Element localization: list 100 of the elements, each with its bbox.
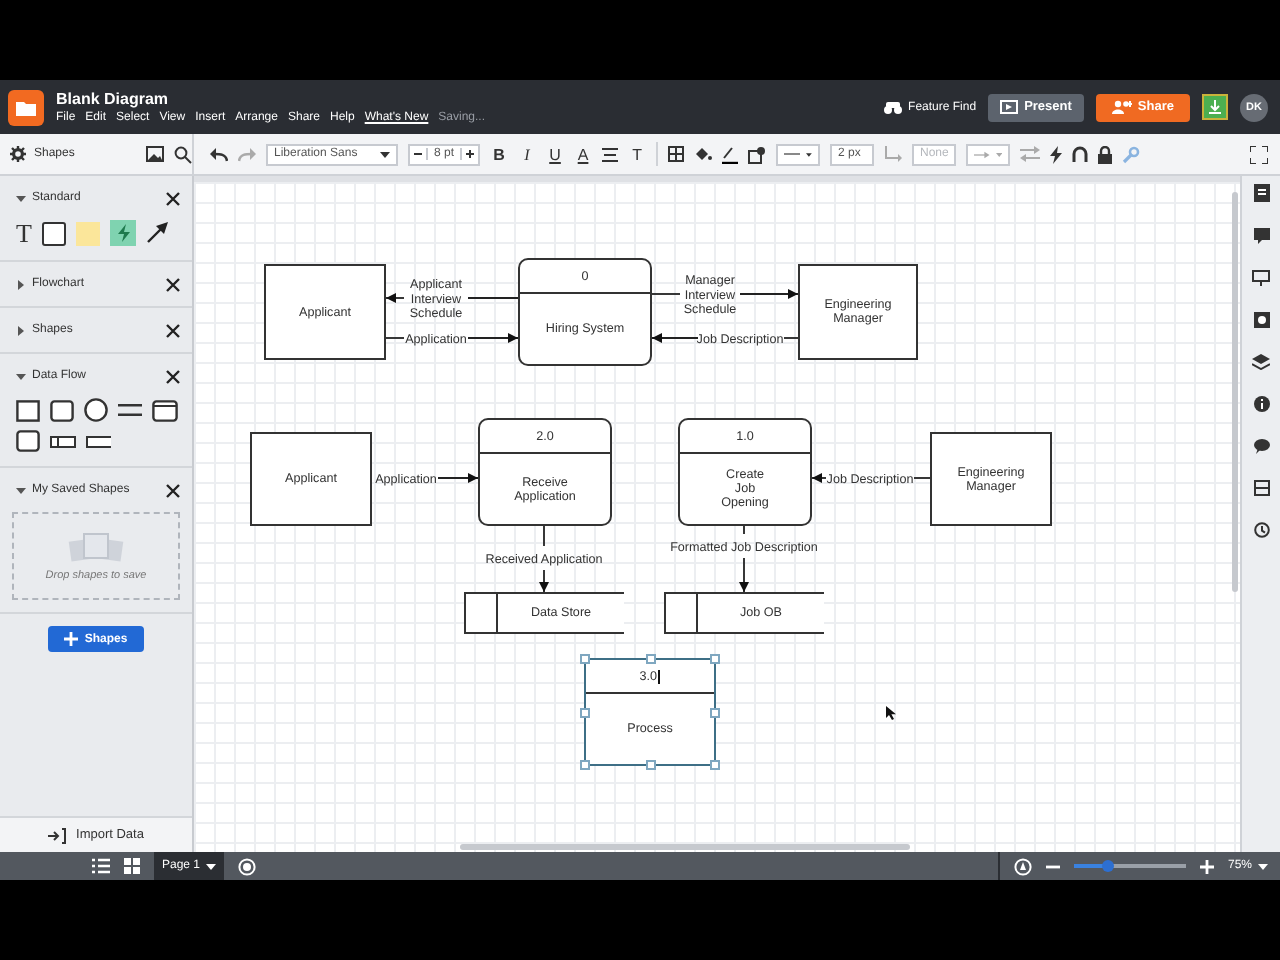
connector-line (543, 525, 545, 547)
arrow-line-icon[interactable] (145, 222, 168, 244)
resize-handle[interactable] (645, 760, 655, 770)
caret-icon[interactable] (16, 193, 26, 203)
style-icon[interactable] (748, 145, 767, 163)
flow-arrow (467, 333, 519, 343)
text-cursor (658, 669, 661, 683)
table-icon[interactable] (668, 146, 685, 162)
minus-icon[interactable] (410, 148, 426, 160)
connector-line (651, 293, 681, 295)
close-icon[interactable] (166, 483, 180, 497)
plus-icon (64, 632, 79, 646)
caret-icon[interactable] (16, 279, 26, 289)
add-people-icon (1111, 100, 1132, 114)
lightning-shape-icon[interactable] (109, 220, 136, 246)
align-icon[interactable] (602, 147, 619, 161)
line-color-icon[interactable] (722, 145, 739, 163)
resize-handle[interactable] (710, 707, 720, 717)
format-button[interactable]: A (574, 145, 593, 163)
lightning-icon[interactable] (1050, 145, 1063, 163)
format-button[interactable]: U (546, 145, 565, 163)
close-icon[interactable] (166, 369, 180, 383)
line-style-dropdown[interactable] (776, 143, 821, 165)
undo-icon[interactable] (210, 147, 228, 161)
pictures-icon (66, 531, 126, 563)
theme-icon[interactable] (1253, 480, 1269, 496)
caret-icon[interactable] (16, 371, 26, 381)
resize-handle[interactable] (645, 654, 655, 664)
image-icon[interactable] (146, 146, 164, 162)
shape-options-icon[interactable] (1253, 312, 1269, 328)
history-icon[interactable] (1253, 522, 1269, 538)
arrow-line-icon (974, 149, 990, 159)
caret-icon (995, 151, 1003, 157)
caret-icon (806, 151, 813, 157)
fill-bucket-icon[interactable] (694, 145, 713, 163)
caret-icon (1258, 863, 1268, 869)
gear-icon (10, 146, 26, 162)
circle-shape-icon[interactable] (84, 398, 108, 422)
entity-shape-icon[interactable] (16, 430, 40, 452)
search-icon[interactable] (174, 145, 192, 163)
caret-icon[interactable] (16, 325, 26, 335)
close-icon[interactable] (166, 323, 180, 337)
solid-line-icon (784, 152, 801, 156)
info-icon[interactable] (1253, 396, 1269, 412)
datastore-shape-icon[interactable] (50, 435, 76, 447)
datastore-shape-icon[interactable] (86, 435, 112, 447)
resize-handle[interactable] (580, 760, 590, 770)
app-logo-icon[interactable] (8, 89, 44, 125)
flow-arrow (651, 333, 699, 343)
grid-view-icon[interactable] (124, 858, 140, 874)
horizontal-scrollbar[interactable] (460, 844, 910, 850)
text-tool[interactable]: T (16, 220, 32, 246)
magnet-icon[interactable] (1072, 146, 1089, 162)
flow-arrow (539, 569, 549, 593)
comment-icon[interactable] (1253, 228, 1269, 244)
process-shape-icon[interactable] (152, 399, 178, 421)
mouse-pointer-icon (886, 706, 896, 720)
list-view-icon[interactable] (92, 858, 110, 874)
datastore-shape-icon[interactable] (118, 404, 142, 416)
resize-handle[interactable] (580, 654, 590, 664)
import-icon (48, 827, 67, 843)
download-icon[interactable] (1202, 94, 1228, 120)
page-icon[interactable] (1253, 184, 1269, 202)
vertical-scrollbar[interactable] (1232, 192, 1238, 592)
connector-line (467, 297, 519, 299)
flow-arrow (437, 473, 479, 483)
resize-handle[interactable] (580, 707, 590, 717)
close-icon[interactable] (166, 277, 180, 291)
flow-arrow (739, 289, 799, 299)
entity-shape-icon[interactable] (16, 399, 40, 421)
connector-line (783, 337, 799, 339)
resize-handle[interactable] (710, 654, 720, 664)
presentation-icon[interactable] (1252, 270, 1270, 286)
process-shape-icon[interactable] (50, 399, 74, 421)
format-button[interactable]: B (490, 145, 509, 163)
flow-arrow (739, 557, 749, 593)
caret-icon (380, 151, 390, 157)
close-icon[interactable] (166, 191, 180, 205)
connector-line (385, 337, 405, 339)
resize-handle[interactable] (710, 760, 720, 770)
caret-icon (206, 863, 217, 869)
plus-icon[interactable] (462, 148, 479, 160)
zoom-in-icon[interactable] (1199, 859, 1214, 873)
caret-icon[interactable] (16, 485, 26, 495)
lock-icon[interactable] (1098, 145, 1113, 163)
zoom-slider-thumb[interactable] (1101, 860, 1114, 872)
compass-icon[interactable] (1013, 857, 1032, 875)
rectangle-shape-icon[interactable] (41, 221, 66, 245)
fullscreen-icon[interactable] (1250, 145, 1268, 163)
play-screen-icon (1000, 100, 1019, 114)
diagram-canvas[interactable] (194, 176, 1240, 852)
connector-line (743, 525, 745, 535)
text-options-button[interactable]: T (628, 145, 647, 163)
connector-line (913, 477, 931, 479)
layers-icon[interactable] (1252, 354, 1270, 370)
binoculars-icon (884, 101, 903, 113)
document-title[interactable]: Blank Diagram (56, 90, 486, 108)
chat-icon[interactable] (1253, 438, 1269, 454)
add-page-icon[interactable] (238, 857, 257, 875)
format-button[interactable]: I (518, 145, 537, 163)
